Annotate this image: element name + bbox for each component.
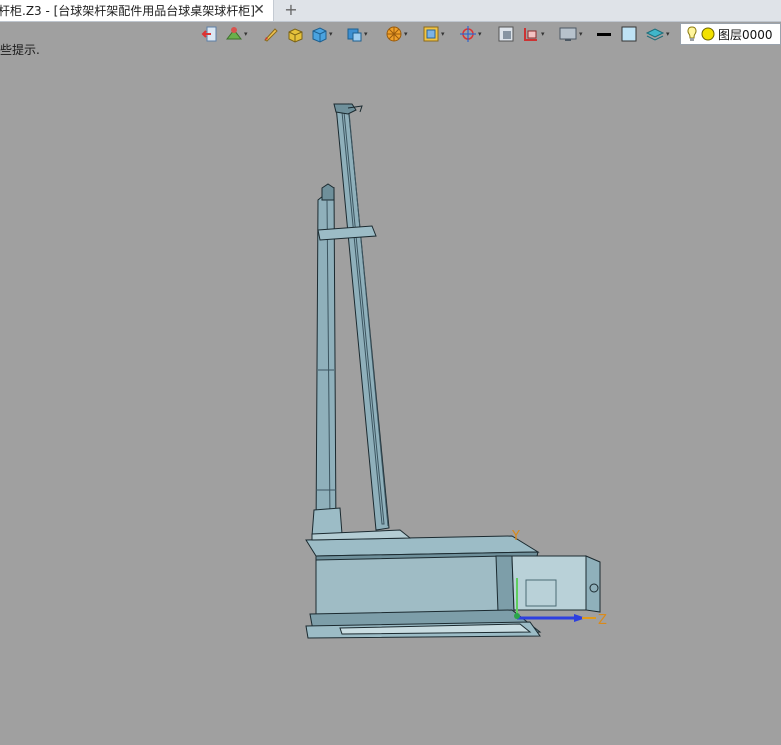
new-tab-button[interactable]: + [282, 0, 300, 21]
close-icon[interactable]: ✕ [251, 1, 267, 19]
display-mode-icon[interactable]: ▾ [422, 24, 445, 44]
pencil-icon[interactable] [261, 24, 279, 44]
lightbulb-icon[interactable] [685, 25, 699, 43]
document-tab-title: 杆柜.Z3 - [台球架杆架配件用品台球桌架球杆柜] [0, 4, 255, 18]
plane-icon[interactable]: ▾ [225, 24, 248, 44]
cue-rack-model [305, 103, 601, 639]
layer-color-icon [701, 27, 715, 41]
cube-icon[interactable]: ▾ [310, 24, 333, 44]
toolbar: ▾ ▾ ▾ ▾ ▾ ▾ ▾ ▾ ▾ [195, 23, 685, 45]
render-wheel-icon[interactable]: ▾ [385, 24, 408, 44]
fill-color-icon[interactable] [620, 24, 638, 44]
layer-name: 图层0000 [718, 27, 773, 42]
tab-bar: 杆柜.Z3 - [台球架杆架配件用品台球桌架球杆柜] ✕ + [0, 0, 781, 22]
shaded-cube-icon[interactable]: ▾ [345, 24, 368, 44]
frame-icon[interactable] [497, 24, 515, 44]
z-axis-label: Z [598, 613, 607, 628]
3d-viewport[interactable]: Y Z [0, 60, 781, 745]
hint-text: 些提示. [0, 43, 40, 57]
section-icon[interactable]: ▾ [522, 24, 545, 44]
axis-icon[interactable]: ▾ [459, 24, 482, 44]
layer-shape-icon[interactable]: ▾ [645, 24, 670, 44]
layer-selector[interactable]: 图层0000 [680, 23, 781, 45]
monitor-icon[interactable]: ▾ [558, 24, 583, 44]
y-axis-label: Y [511, 529, 520, 544]
exit-icon[interactable] [201, 24, 219, 44]
document-tab[interactable]: 杆柜.Z3 - [台球架杆架配件用品台球桌架球杆柜] ✕ [0, 0, 274, 21]
solid-box-icon[interactable] [286, 24, 304, 44]
line-color-icon[interactable] [595, 24, 613, 44]
